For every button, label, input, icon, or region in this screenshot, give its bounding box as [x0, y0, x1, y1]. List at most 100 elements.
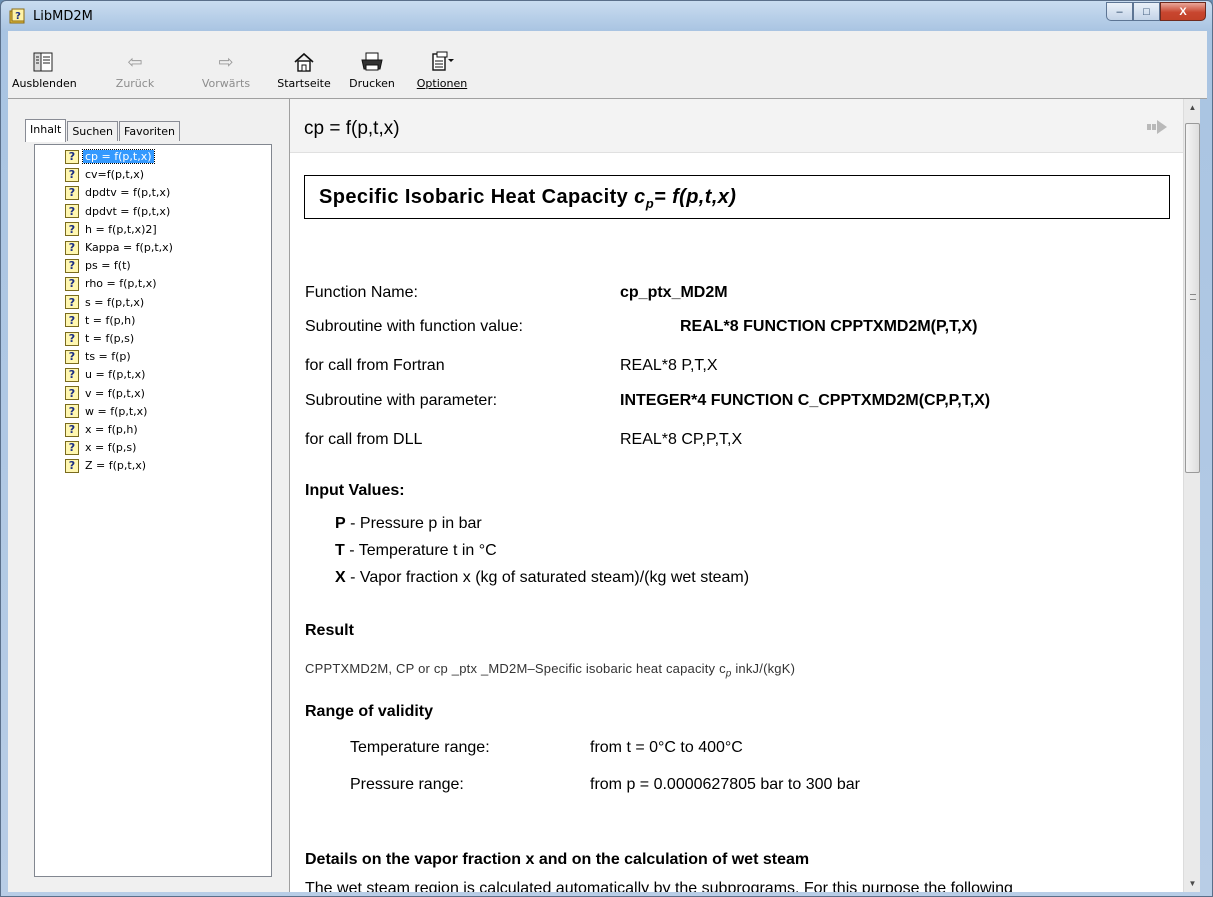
tree-item-label: x = f(p,s): [85, 441, 137, 455]
help-topic-icon: ?: [65, 149, 79, 164]
close-button[interactable]: X: [1160, 2, 1206, 21]
help-topic-icon: ?: [65, 204, 79, 219]
tree-item-label: Z = f(p,t,x): [85, 459, 146, 473]
title-bar[interactable]: ? LibMD2M – □ X: [1, 1, 1212, 31]
window-title: LibMD2M: [33, 9, 93, 24]
tree-item-label: cv=f(p,t,x): [85, 168, 145, 182]
options-button[interactable]: Optionen: [414, 49, 470, 90]
home-button[interactable]: Startseite: [276, 49, 332, 90]
next-topic-icon[interactable]: [1146, 119, 1168, 135]
maximize-button[interactable]: □: [1133, 2, 1160, 21]
help-topic-icon: ?: [65, 331, 79, 346]
topic-content: cp = f(p,t,x) Specific Isobaric Heat Cap…: [289, 99, 1183, 892]
help-topic-icon: ?: [65, 458, 79, 473]
tree-item-label: dpdtv = f(p,t,x): [85, 186, 171, 200]
fortran-label: for call from Fortran: [305, 357, 445, 374]
help-topic-icon: ?: [65, 313, 79, 328]
tab-contents[interactable]: Inhalt: [25, 119, 67, 142]
tree-item[interactable]: ? dpdvt = f(p,t,x): [65, 203, 172, 220]
tree-item[interactable]: ? h = f(p,t,x)2]: [65, 221, 159, 238]
pres-range-value: from p = 0.0000627805 bar to 300 bar: [590, 776, 860, 793]
temp-range-value: from t = 0°C to 400°C: [590, 739, 743, 756]
scroll-down-icon[interactable]: ▼: [1184, 875, 1201, 892]
input-t: T - Temperature t in °C: [335, 542, 497, 559]
tree-item-label: t = f(p,h): [85, 313, 136, 327]
help-topic-icon: ?: [65, 240, 79, 255]
tree-item[interactable]: ? ps = f(t): [65, 257, 133, 274]
help-book-icon: ?: [9, 8, 25, 24]
app-window: ? LibMD2M – □ X Ausblenden ⇦ Zurück ⇨ Vo…: [0, 0, 1213, 897]
tree-item-label: t = f(p,s): [85, 332, 135, 345]
tab-search[interactable]: Suchen: [67, 121, 119, 141]
hide-button[interactable]: Ausblenden: [12, 49, 77, 90]
toolbar: Ausblenden ⇦ Zurück ⇨ Vorwärts Startseit…: [8, 31, 1207, 99]
subroutine-fv-value: REAL*8 FUNCTION CPPTXMD2M(P,T,X): [680, 318, 978, 335]
input-values-title: Input Values:: [305, 482, 405, 499]
tree-item[interactable]: ? v = f(p,t,x): [65, 385, 147, 402]
tree-item-label: h = f(p,t,x)2]: [85, 222, 157, 236]
temp-range-label: Temperature range:: [350, 739, 490, 756]
svg-text:?: ?: [15, 11, 21, 22]
result-text: CPPTXMD2M, CP or cp _ptx _MD2M–Specific …: [305, 661, 796, 680]
tree-item[interactable]: ? cp = f(p,t,x): [65, 148, 155, 165]
contents-tree[interactable]: ? cp = f(p,t,x)? cv=f(p,t,x)? dpdtv = f(p,t…: [34, 144, 272, 877]
tab-favorites[interactable]: Favoriten: [119, 121, 180, 141]
tree-item-label: s = f(p,t,x): [85, 295, 145, 309]
tree-item[interactable]: ? Z = f(p,t,x): [65, 457, 148, 474]
tree-item-label: ps = f(t): [85, 259, 131, 273]
topic-title: cp = f(p,t,x): [304, 118, 400, 139]
help-topic-icon: ?: [65, 349, 79, 364]
tree-item[interactable]: ? dpdtv = f(p,t,x): [65, 184, 172, 201]
print-button[interactable]: Drucken: [346, 49, 398, 90]
subroutine-p-label: Subroutine with parameter:: [305, 392, 498, 409]
tree-item[interactable]: ? s = f(p,t,x): [65, 294, 146, 311]
help-topic-icon: ?: [65, 276, 79, 291]
navigation-pane: Inhalt Suchen Favoriten ? cp = f(p,t,x)? c…: [8, 99, 281, 892]
dll-label: for call from DLL: [305, 431, 423, 448]
input-p: P - Pressure p in bar: [335, 515, 482, 532]
topic-heading: Specific Isobaric Heat Capacity cp= f(p,…: [304, 175, 1170, 219]
tree-item[interactable]: ? t = f(p,h): [65, 312, 137, 329]
tree-item-label: x = f(p,h): [85, 423, 138, 436]
tree-item[interactable]: ? Kappa = f(p,t,x): [65, 239, 175, 256]
options-icon: [432, 51, 454, 71]
printer-icon: [361, 52, 383, 71]
tree-item[interactable]: ? rho = f(p,t,x): [65, 275, 159, 292]
tree-item[interactable]: ? x = f(p,h): [65, 421, 140, 438]
tree-item-label: ts = f(p): [85, 350, 131, 364]
tree-item[interactable]: ? cv=f(p,t,x): [65, 166, 146, 183]
help-topic-icon: ?: [65, 295, 79, 310]
tree-item-label: dpdvt = f(p,t,x): [85, 204, 171, 218]
range-title: Range of validity: [305, 703, 434, 720]
tree-item[interactable]: ? u = f(p,t,x): [65, 366, 147, 383]
input-x: X - Vapor fraction x (kg of saturated st…: [335, 569, 750, 586]
help-topic-icon: ?: [65, 167, 79, 182]
help-topic-icon: ?: [65, 404, 79, 419]
details-text: The wet steam region is calculated autom…: [305, 880, 1013, 892]
tree-item[interactable]: ? t = f(p,s): [65, 330, 136, 347]
minimize-button[interactable]: –: [1106, 2, 1133, 21]
pane-splitter[interactable]: [281, 99, 289, 892]
tree-item-label: rho = f(p,t,x): [85, 277, 157, 291]
tree-item[interactable]: ? ts = f(p): [65, 348, 133, 365]
arrow-right-icon: ⇨: [218, 51, 234, 73]
subroutine-fv-label: Subroutine with function value:: [305, 318, 523, 335]
help-topic-icon: ?: [65, 440, 79, 455]
forward-button[interactable]: ⇨ Vorwärts: [196, 49, 256, 91]
tree-item-label: w = f(p,t,x): [85, 404, 148, 418]
help-topic-icon: ?: [65, 185, 79, 200]
home-icon: [294, 52, 314, 72]
details-title: Details on the vapor fraction x and on t…: [305, 851, 810, 868]
scroll-up-icon[interactable]: ▲: [1184, 99, 1201, 116]
help-topic-icon: ?: [65, 258, 79, 273]
scroll-thumb[interactable]: [1185, 123, 1200, 473]
tree-item-label: cp = f(p,t,x): [82, 149, 155, 164]
back-button[interactable]: ⇦ Zurück: [112, 49, 158, 91]
topic-header: cp = f(p,t,x): [290, 99, 1183, 153]
tree-item[interactable]: ? w = f(p,t,x): [65, 403, 149, 420]
pres-range-label: Pressure range:: [350, 776, 464, 793]
tree-item-label: v = f(p,t,x): [85, 386, 145, 400]
help-topic-icon: ?: [65, 422, 79, 437]
tree-item[interactable]: ? x = f(p,s): [65, 439, 138, 456]
vertical-scrollbar[interactable]: ▲ ▼: [1183, 99, 1200, 892]
